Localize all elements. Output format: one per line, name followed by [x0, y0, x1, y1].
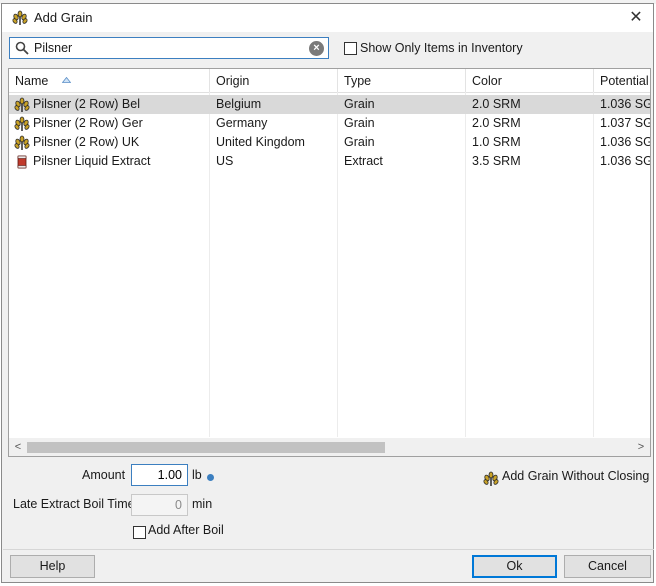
inventory-only-checkbox[interactable] — [344, 42, 357, 55]
unit-indicator-dot[interactable] — [207, 474, 214, 481]
amount-input[interactable] — [131, 464, 188, 486]
cell-color: 3.5 SRM — [472, 154, 521, 168]
cell-name: Pilsner (2 Row) Bel — [33, 97, 140, 111]
table-row[interactable]: Pilsner Liquid Extract US Extract 3.5 SR… — [9, 152, 650, 171]
boil-time-input[interactable] — [131, 494, 188, 516]
search-icon — [15, 41, 29, 55]
cell-name: Pilsner (2 Row) Ger — [33, 116, 143, 130]
boil-time-unit: min — [192, 497, 213, 511]
search-field[interactable]: × — [9, 37, 329, 59]
column-header-origin[interactable]: Origin — [210, 69, 338, 92]
cell-potential: 1.037 SG — [600, 116, 650, 130]
add-grain-without-closing-link[interactable]: Add Grain Without Closing — [502, 469, 649, 483]
grain-list: Name Origin Type Color Potential Pilsner… — [8, 68, 651, 457]
add-grain-dialog: Add Grain ✕ × Show Only Items in Invento… — [1, 3, 654, 583]
table-row[interactable]: Pilsner (2 Row) Ger Germany Grain 2.0 SR… — [9, 114, 650, 133]
cell-potential: 1.036 SG — [600, 135, 650, 149]
cell-origin: Germany — [216, 116, 268, 130]
horizontal-scrollbar[interactable]: < > — [9, 438, 650, 456]
grain-icon[interactable] — [483, 471, 499, 487]
dialog-title: Add Grain — [34, 10, 93, 25]
cell-type: Extract — [344, 154, 383, 168]
search-input[interactable] — [34, 40, 304, 56]
clear-search-icon[interactable]: × — [309, 41, 324, 56]
add-after-boil-label[interactable]: Add After Boil — [148, 523, 224, 537]
scroll-left-arrow-icon[interactable]: < — [11, 440, 25, 454]
sort-ascending-icon — [62, 77, 71, 83]
cell-potential: 1.036 SG — [600, 97, 650, 111]
table-row[interactable]: Pilsner (2 Row) UK United Kingdom Grain … — [9, 133, 650, 152]
cell-origin: Belgium — [216, 97, 262, 111]
column-header-row: Name Origin Type Color Potential — [9, 69, 650, 93]
cell-type: Grain — [344, 97, 375, 111]
title-bar: Add Grain ✕ — [2, 4, 653, 32]
cell-origin: US — [216, 154, 234, 168]
cell-type: Grain — [344, 116, 375, 130]
cell-origin: United Kingdom — [216, 135, 305, 149]
cell-potential: 1.036 SG — [600, 154, 650, 168]
close-icon[interactable]: ✕ — [625, 7, 647, 29]
amount-label: Amount — [82, 468, 126, 482]
grain-icon — [12, 10, 28, 25]
cell-color: 1.0 SRM — [472, 135, 521, 149]
scroll-right-arrow-icon[interactable]: > — [634, 440, 648, 454]
footer-divider — [3, 549, 654, 550]
column-header-type[interactable]: Type — [338, 69, 466, 92]
cancel-button[interactable]: Cancel — [564, 555, 651, 578]
cell-color: 2.0 SRM — [472, 116, 521, 130]
ok-button[interactable]: Ok — [472, 555, 557, 578]
table-row[interactable]: Pilsner (2 Row) Bel Belgium Grain 2.0 SR… — [9, 95, 650, 114]
inventory-only-label[interactable]: Show Only Items in Inventory — [360, 41, 523, 55]
cell-name: Pilsner (2 Row) UK — [33, 135, 140, 149]
boil-time-label: Late Extract Boil Time — [13, 497, 135, 511]
column-header-name[interactable]: Name — [9, 69, 210, 92]
cell-color: 2.0 SRM — [472, 97, 521, 111]
cell-name: Pilsner Liquid Extract — [33, 154, 151, 168]
amount-unit: lb — [192, 468, 202, 482]
column-header-color[interactable]: Color — [466, 69, 594, 92]
column-header-potential[interactable]: Potential — [594, 69, 650, 92]
cell-type: Grain — [344, 135, 375, 149]
help-button[interactable]: Help — [10, 555, 95, 578]
add-after-boil-checkbox[interactable] — [133, 526, 146, 539]
scrollbar-thumb[interactable] — [27, 442, 385, 453]
